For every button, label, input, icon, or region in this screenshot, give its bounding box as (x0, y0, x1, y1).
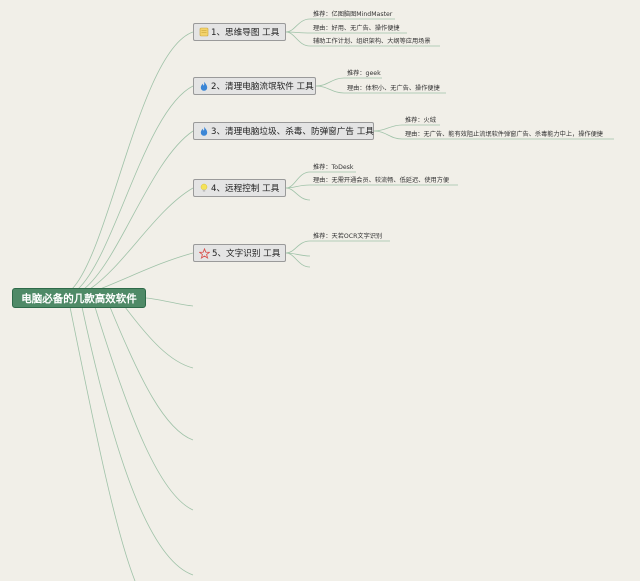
connector-topic-4-leaf (285, 187, 311, 201)
connector-root-empty-branch (69, 306, 136, 581)
connector-topic-5-leaf (285, 252, 311, 268)
connector-topic-2-leaf (315, 85, 345, 94)
connector-root-topic-1 (71, 31, 194, 290)
flame-icon (199, 81, 209, 92)
leaf-text: 推荐：亿图脑图MindMaster (313, 11, 393, 18)
topic-label: 1、思维导图 工具 (211, 28, 280, 38)
connector-root-empty-branch (124, 306, 194, 369)
connector-topic-1-leaf (285, 31, 311, 47)
connector-topic-5-leaf (285, 240, 311, 254)
topic-remote-control-tool[interactable]: 4、远程控制 工具 (193, 179, 286, 197)
leaf-text: 理由：无需开通会员、较流畅、低延迟、使用方便 (313, 177, 450, 184)
connector-topic-4-leaf (285, 171, 311, 189)
connector-root-topic-5 (99, 252, 194, 290)
connector-root-topic-4 (89, 187, 194, 290)
leaf-text: 理由：无广告、能有效阻止流氓软件弹窗广告、杀毒能力中上，操作便捷 (405, 131, 603, 138)
leaf-text: 推荐：火绒 (405, 117, 436, 124)
flame-icon (199, 126, 209, 137)
topic-label: 2、清理电脑流氓软件 工具 (211, 82, 314, 92)
topic-cleanup-rogue-software-tool[interactable]: 2、清理电脑流氓软件 工具 (193, 77, 316, 95)
connector-root-empty-branch (145, 297, 194, 307)
notepad-icon (199, 27, 209, 38)
leaf-text: 推荐：天若OCR文字识别 (313, 233, 383, 240)
leaf-text: 推荐：ToDesk (313, 164, 354, 171)
connector-root-empty-branch (81, 306, 194, 576)
topic-label: 3、清理电脑垃圾、杀毒、防弹窗广告 工具 (211, 127, 374, 137)
root-topic[interactable]: 电脑必备的几款高效软件 (12, 288, 146, 308)
topic-label: 4、远程控制 工具 (211, 184, 280, 194)
topic-label: 5、文字识别 工具 (212, 249, 281, 259)
leaf-text: 理由：好用、无广告、操作便捷 (313, 25, 400, 32)
topic-mind-map-tool[interactable]: 1、思维导图 工具 (193, 23, 286, 41)
connector-topic-3-leaf (373, 124, 403, 132)
topic-cleanup-antivirus-popup-tool[interactable]: 3、清理电脑垃圾、杀毒、防弹窗广告 工具 (193, 122, 374, 140)
connector-topic-5-leaf (285, 252, 311, 257)
light-bulb-icon (199, 183, 209, 194)
star-icon (199, 247, 210, 259)
leaf-text: 理由：体积小、无广告、操作便捷 (347, 85, 440, 92)
connector-topic-1-leaf (285, 18, 311, 33)
connector-topic-3-leaf (373, 130, 403, 140)
connector-root-empty-branch (109, 306, 194, 441)
leaf-text: 推荐：geek (347, 70, 381, 77)
topic-text-recognition-tool[interactable]: 5、文字识别 工具 (193, 244, 286, 262)
connector-topic-2-leaf (315, 77, 345, 87)
connector-root-topic-3 (83, 130, 194, 290)
connector-root-empty-branch (94, 306, 194, 511)
leaf-text: 辅助工作计划、组织架构、大纲等应用场景 (313, 38, 431, 45)
